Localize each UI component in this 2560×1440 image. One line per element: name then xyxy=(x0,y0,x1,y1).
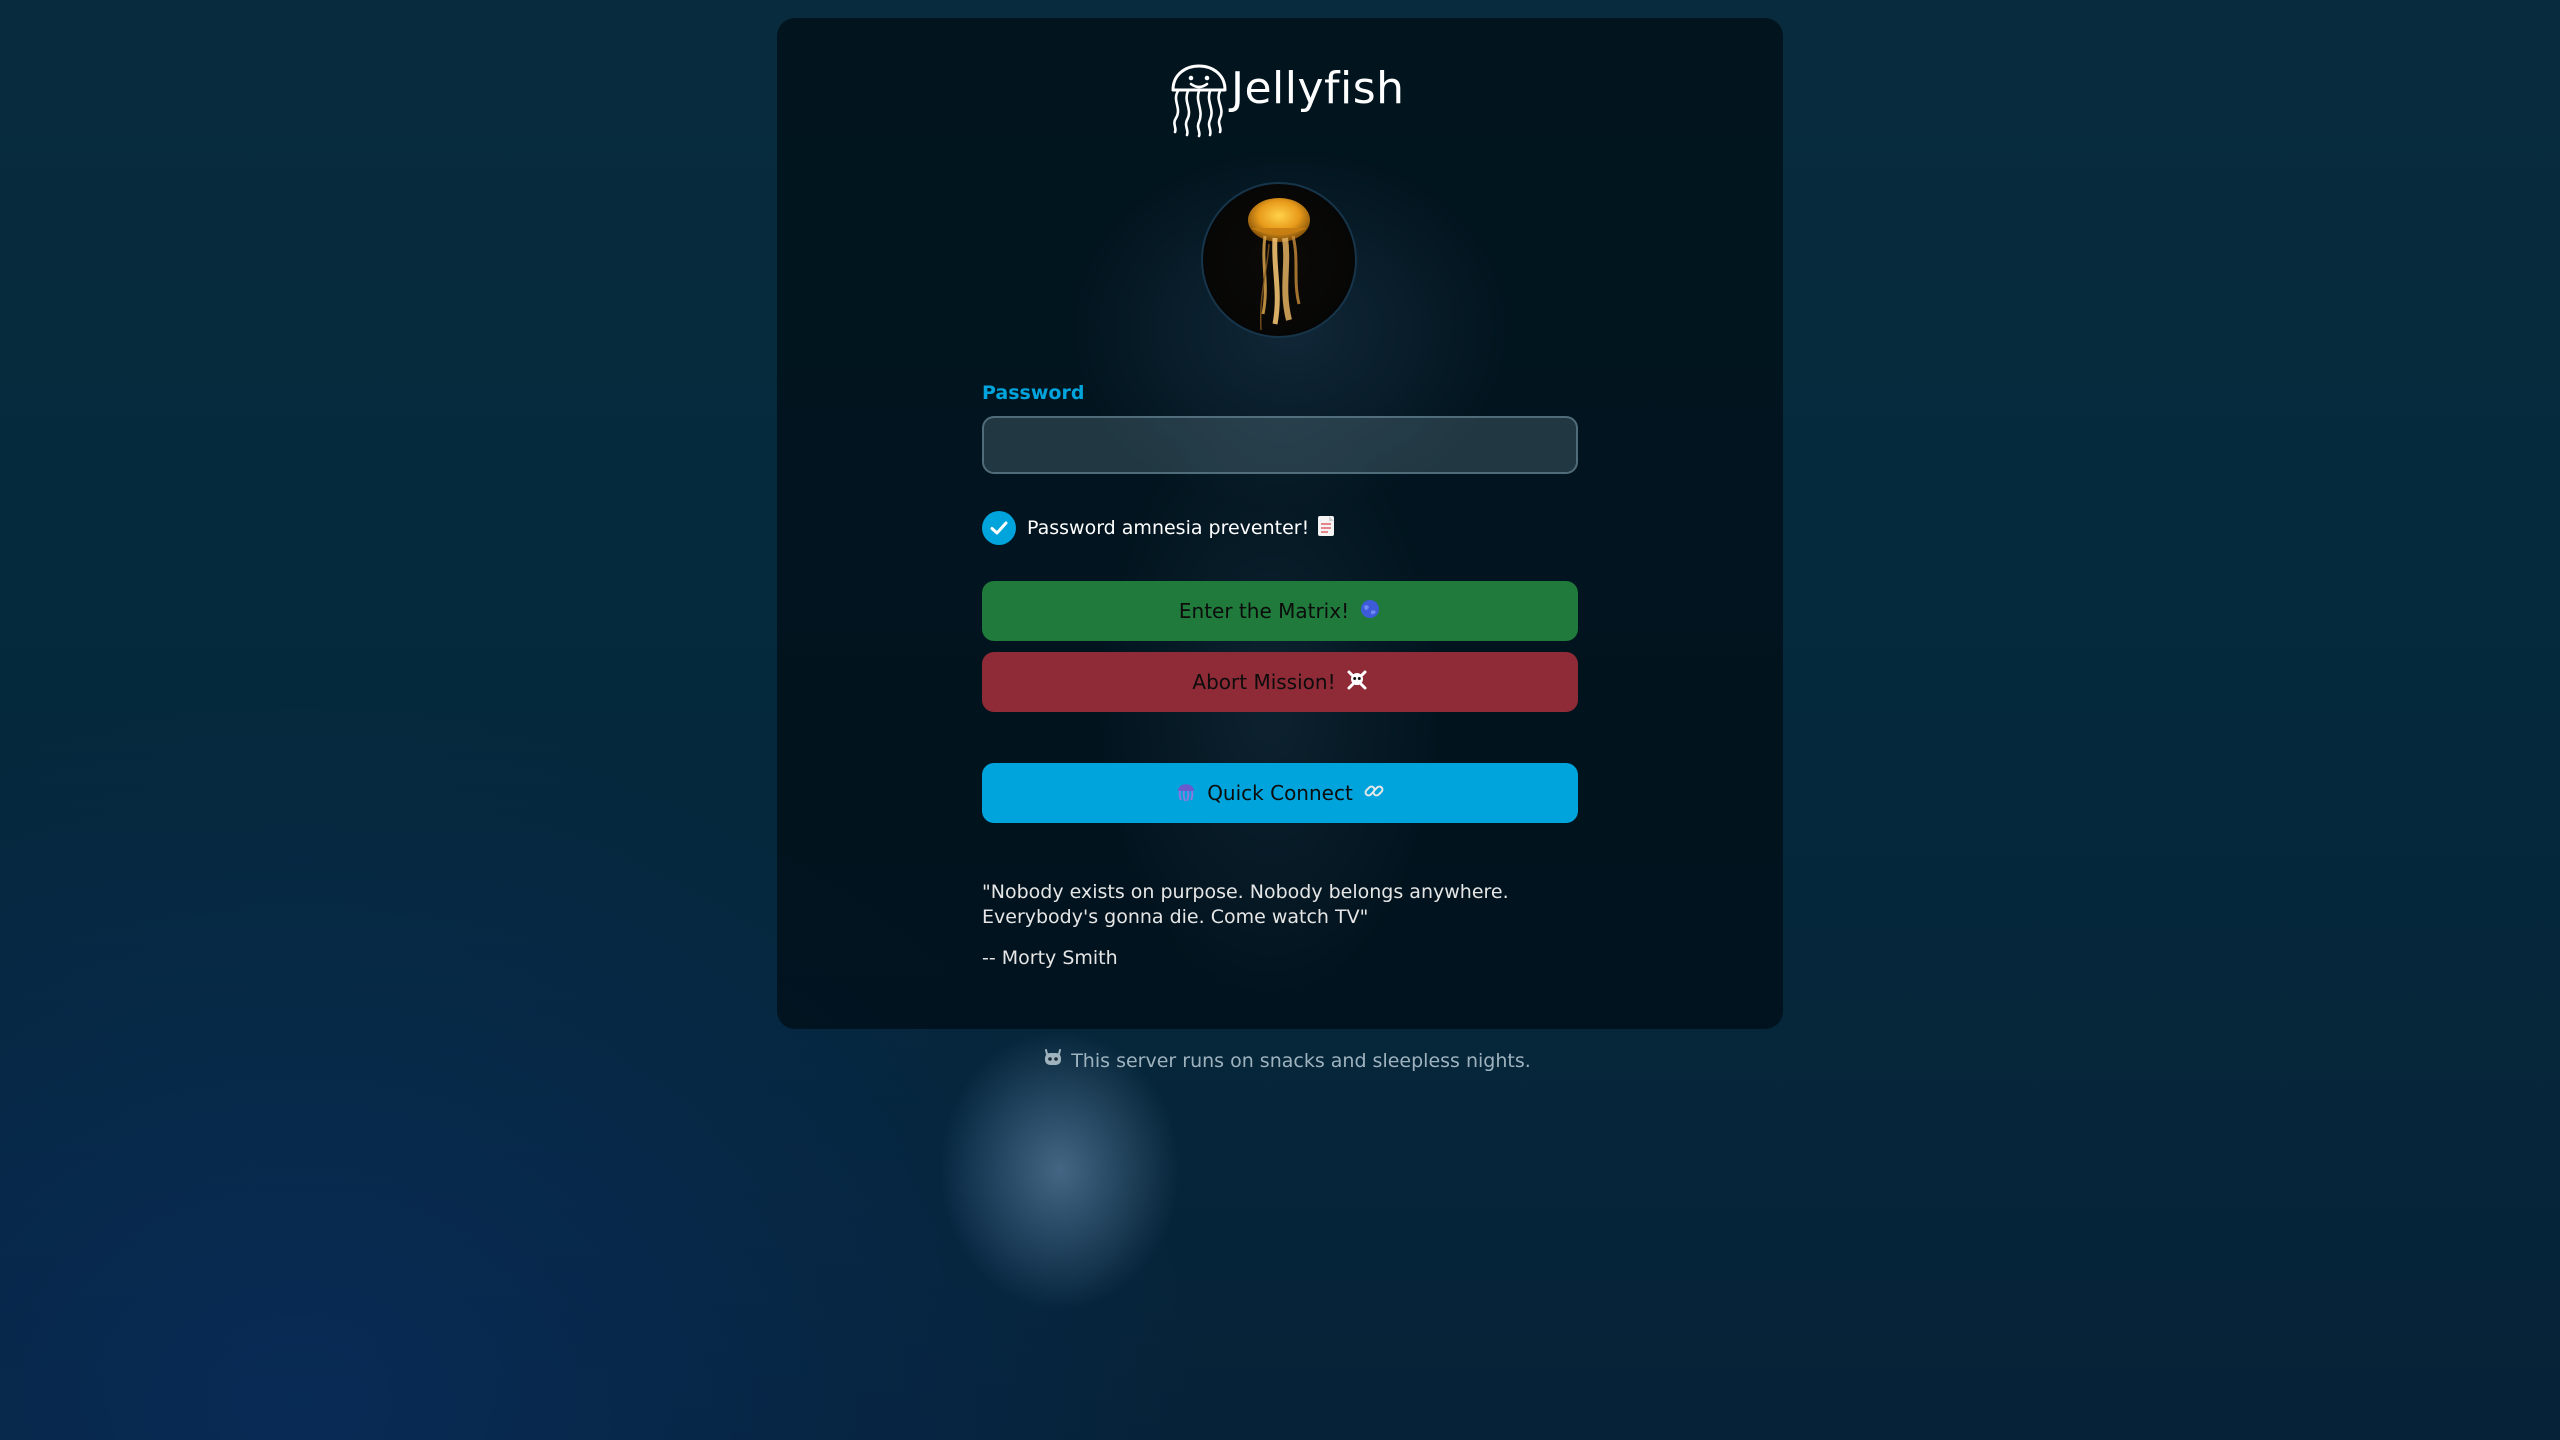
quote-author: -- Morty Smith xyxy=(982,947,1118,969)
user-avatar[interactable] xyxy=(1201,182,1357,338)
remember-checkbox-row[interactable]: Password amnesia preventer! xyxy=(982,511,1578,545)
jellyfish-emoji-icon xyxy=(1175,779,1197,808)
abort-button[interactable]: Abort Mission! xyxy=(982,652,1578,712)
quote-text: "Nobody exists on purpose. Nobody belong… xyxy=(982,881,1509,928)
app-logo: Jellyfish xyxy=(1169,46,1405,138)
memo-icon xyxy=(1317,515,1335,541)
login-form: Password Password amnesia preventer! Ent… xyxy=(982,381,1578,969)
link-icon xyxy=(1363,780,1385,807)
jellyfish-icon xyxy=(1171,64,1227,138)
footer-text: This server runs on snacks and sleepless… xyxy=(1071,1049,1531,1072)
quick-connect-label: Quick Connect xyxy=(1207,781,1353,805)
checkmark-icon xyxy=(990,521,1008,535)
quick-connect-button[interactable]: Quick Connect xyxy=(982,763,1578,823)
password-input[interactable] xyxy=(982,416,1578,474)
globe-icon xyxy=(1359,598,1381,625)
enter-button[interactable]: Enter the Matrix! xyxy=(982,581,1578,641)
jellyfish-avatar-image xyxy=(1248,198,1310,331)
password-label: Password xyxy=(982,382,1085,404)
abort-button-label: Abort Mission! xyxy=(1192,670,1336,694)
remember-checkbox[interactable] xyxy=(982,511,1016,545)
login-card: Jellyfish Password Password amnesia prev… xyxy=(777,18,1783,1029)
robot-icon xyxy=(1043,1048,1063,1073)
enter-button-label: Enter the Matrix! xyxy=(1178,599,1350,623)
skull-crossbones-icon xyxy=(1346,669,1368,696)
login-page: { "app": { "logo_text": "Jellyfish", "lo… xyxy=(0,0,2560,1440)
app-logo-text: Jellyfish xyxy=(1231,63,1405,114)
remember-label: Password amnesia preventer! xyxy=(1027,517,1310,539)
footer: This server runs on snacks and sleepless… xyxy=(0,1048,2560,1073)
